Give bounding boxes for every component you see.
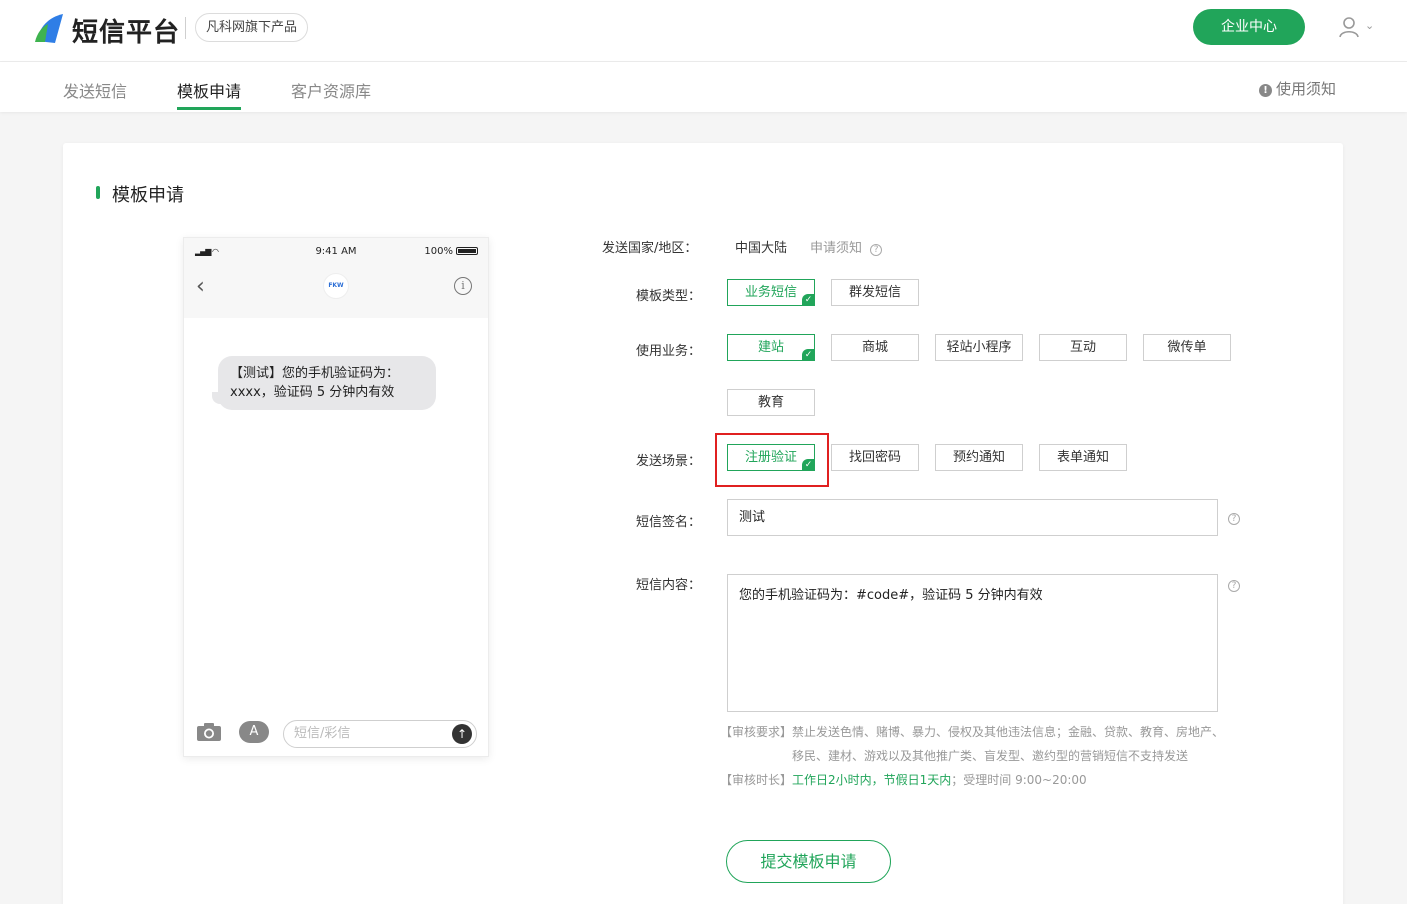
- user-avatar-icon[interactable]: [1337, 15, 1361, 39]
- signature-label: 短信签名：: [636, 515, 702, 530]
- product-badge: 凡科网旗下产品: [195, 13, 309, 42]
- info-circle-icon: i: [454, 277, 472, 295]
- apply-notice-label: 申请须知: [810, 241, 863, 256]
- app-store-icon: A: [239, 721, 269, 743]
- scene-label: 发送场景：: [636, 454, 702, 469]
- review-req-line1: 禁止发送色情、赌博、暴力、侵权及其他违法信息；金融、贷款、教育、房地产、: [792, 725, 1225, 739]
- logo-divider: [185, 17, 186, 39]
- camera-icon: [197, 723, 221, 741]
- logo-icon[interactable]: [33, 11, 69, 45]
- review-time-rest: ；受理时间 9:00~20:00: [951, 773, 1087, 787]
- content-textarea[interactable]: 您的手机验证码为：#code#，验证码 5 分钟内有效: [727, 574, 1218, 712]
- business-label: 使用业务：: [636, 344, 702, 359]
- phone-preview: ▂▄▆ ◠ 9:41 AM 100% ‹ FKW i 【测试】您的手机验证码为：…: [183, 237, 489, 757]
- contact-avatar: FKW: [323, 273, 349, 299]
- scene-option-form[interactable]: 表单通知: [1039, 444, 1127, 471]
- title-accent-bar: [96, 186, 100, 199]
- review-time-tag: 【审核时长】: [720, 773, 793, 787]
- back-chevron-icon: ‹: [196, 274, 205, 299]
- battery-percent: 100%: [424, 246, 453, 257]
- info-icon: !: [1259, 84, 1272, 97]
- country-label: 发送国家/地区：: [602, 241, 698, 256]
- country-value: 中国大陆: [735, 241, 788, 256]
- tab-customer-resources[interactable]: 客户资源库: [291, 78, 371, 102]
- business-option-education[interactable]: 教育: [727, 389, 815, 416]
- send-arrow-icon: ↑: [452, 724, 472, 744]
- active-tab-indicator: [177, 107, 241, 110]
- type-option-business[interactable]: 业务短信: [727, 279, 815, 306]
- scene-option-appointment[interactable]: 预约通知: [935, 444, 1023, 471]
- business-option-mall[interactable]: 商城: [831, 334, 919, 361]
- template-card: 模板申请 ▂▄▆ ◠ 9:41 AM 100% ‹ FKW i 【测试】您的手机…: [63, 143, 1343, 904]
- signature-input[interactable]: 测试: [727, 499, 1218, 536]
- business-option-flyer[interactable]: 微传单: [1143, 334, 1231, 361]
- battery-status: 100%: [424, 246, 478, 257]
- template-type-label: 模板类型：: [636, 289, 702, 304]
- scene-option-password[interactable]: 找回密码: [831, 444, 919, 471]
- business-option-interactive[interactable]: 互动: [1039, 334, 1127, 361]
- message-bubble: 【测试】您的手机验证码为：xxxx，验证码 5 分钟内有效: [218, 356, 436, 410]
- apply-notice-link[interactable]: 申请须知 ?: [810, 237, 883, 256]
- signature-help-icon[interactable]: ?: [1228, 513, 1240, 525]
- chevron-down-icon[interactable]: ⌄: [1365, 19, 1374, 32]
- scene-option-register[interactable]: 注册验证: [727, 444, 815, 471]
- business-option-site[interactable]: 建站: [727, 334, 815, 361]
- logo-text[interactable]: 短信平台: [72, 12, 180, 49]
- review-requirement: 【审核要求】禁止发送色情、赌博、暴力、侵权及其他违法信息；金融、贷款、教育、房地…: [720, 720, 1224, 744]
- battery-icon: [456, 247, 478, 255]
- business-option-miniprogram[interactable]: 轻站小程序: [935, 334, 1023, 361]
- usage-notice-link[interactable]: ! 使用须知: [1259, 78, 1336, 99]
- sms-input-preview: 短信/彩信: [283, 720, 477, 748]
- help-icon[interactable]: ?: [870, 244, 883, 256]
- review-duration: 【审核时长】工作日2小时内，节假日1天内；受理时间 9:00~20:00: [720, 768, 1087, 792]
- submit-template-button[interactable]: 提交模板申请: [726, 840, 891, 883]
- usage-notice-label: 使用须知: [1276, 80, 1337, 98]
- content-help-icon[interactable]: ?: [1228, 580, 1240, 592]
- review-req-line2: 移民、建材、游戏以及其他推广类、盲发型、邀约型的营销短信不支持发送: [792, 749, 1189, 763]
- review-time-highlight: 工作日2小时内，节假日1天内: [792, 773, 952, 787]
- content-label: 短信内容：: [636, 578, 702, 593]
- tab-bar: 发送短信 模板申请 客户资源库 ! 使用须知: [0, 62, 1407, 112]
- tab-template-apply[interactable]: 模板申请: [177, 78, 241, 102]
- tab-send-sms[interactable]: 发送短信: [63, 78, 127, 102]
- type-option-mass[interactable]: 群发短信: [831, 279, 919, 306]
- enterprise-center-button[interactable]: 企业中心: [1193, 9, 1305, 45]
- top-header: 短信平台 凡科网旗下产品 企业中心 ⌄: [0, 0, 1407, 62]
- review-req-tag: 【审核要求】: [720, 725, 793, 739]
- card-title: 模板申请: [112, 185, 184, 206]
